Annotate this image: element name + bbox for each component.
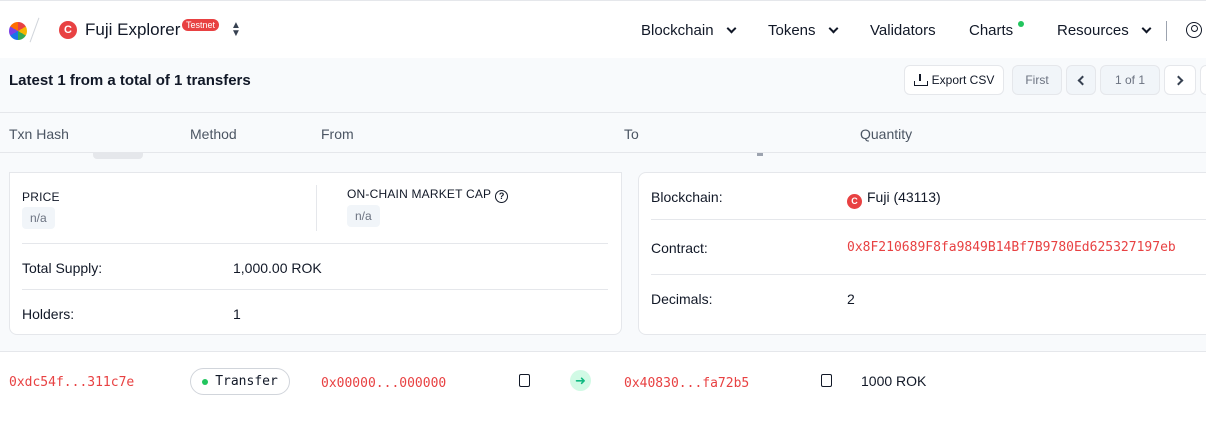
chevron-down-icon: [828, 23, 838, 34]
chevron-left-icon: [1077, 75, 1088, 85]
from-address-link[interactable]: 0x00000...000000: [321, 376, 446, 391]
nav-charts-label: Charts: [969, 22, 1014, 39]
page-indicator: 1 of 1: [1100, 65, 1160, 95]
col-method: Method: [190, 126, 237, 142]
col-to: To: [624, 126, 639, 142]
price-value: n/a: [22, 207, 55, 229]
method-label: Transfer: [215, 374, 278, 389]
export-csv-label: Export CSV: [931, 73, 995, 87]
chevron-down-icon: [726, 23, 736, 34]
token-info-panel: PRICE n/a ON-CHAIN MARKET CAP? n/a Total…: [0, 153, 1206, 352]
explorer-logo-icon[interactable]: [9, 22, 27, 40]
contract-address-link[interactable]: 0x8F210689F8fa9849B14Bf7B9780Ed625327197…: [847, 240, 1176, 255]
network-switcher-icon[interactable]: ▲ ▼: [231, 21, 241, 39]
divider: [316, 185, 317, 231]
decimals-label: Decimals:: [651, 291, 713, 307]
last-page-button[interactable]: [1200, 65, 1206, 95]
download-icon: [913, 74, 928, 86]
nav-validators-label: Validators: [870, 22, 936, 39]
explorer-title[interactable]: Fuji Explorer: [85, 20, 180, 40]
nav-resources-label: Resources: [1057, 22, 1129, 39]
divider: [651, 274, 1206, 275]
divider: [651, 219, 1206, 220]
blockchain-value[interactable]: C Fuji (43113): [847, 189, 941, 209]
transfers-toolbar: Latest 1 from a total of 1 transfers Exp…: [0, 58, 1206, 113]
first-page-button[interactable]: First: [1012, 65, 1062, 95]
divider: [22, 243, 608, 244]
help-icon[interactable]: ?: [495, 190, 509, 203]
col-from: From: [321, 126, 354, 142]
price-label: PRICE: [22, 190, 60, 204]
nav-blockchain-label: Blockchain: [641, 22, 714, 39]
contract-label: Contract:: [651, 240, 708, 256]
chevron-down-icon: [1141, 23, 1152, 34]
user-account-icon[interactable]: [1186, 22, 1202, 38]
prev-page-button[interactable]: [1066, 65, 1096, 95]
token-overview-card: PRICE n/a ON-CHAIN MARKET CAP? n/a Total…: [9, 172, 622, 335]
testnet-badge: Testnet: [182, 19, 220, 31]
blockchain-label: Blockchain:: [651, 189, 723, 205]
quantity-value: 1000 ROK: [861, 373, 927, 389]
page-indicator-label: 1 of 1: [1114, 73, 1146, 87]
method-badge: Transfer: [190, 368, 290, 395]
token-details-card: Blockchain: C Fuji (43113) Contract: 0x8F…: [638, 172, 1206, 335]
copy-icon[interactable]: [516, 374, 530, 393]
first-page-label: First: [1025, 73, 1049, 87]
divider: [22, 289, 608, 290]
scrolled-content-fragment: [93, 153, 143, 159]
txn-hash-link[interactable]: 0xdc54f...311c7e: [9, 375, 134, 390]
charts-new-dot-icon: [1018, 21, 1024, 27]
avalanche-chain-icon: C: [847, 194, 862, 209]
to-address-link[interactable]: 0x40830...fa72b5: [624, 376, 749, 391]
holders-value[interactable]: 1: [233, 306, 241, 322]
col-quantity: Quantity: [860, 126, 913, 142]
blockchain-value-text: Fuji (43113): [867, 189, 941, 205]
nav-charts[interactable]: Charts: [969, 22, 1013, 39]
breadcrumb-separator: [29, 17, 40, 43]
market-cap-label-text: ON-CHAIN MARKET CAP: [347, 187, 492, 201]
status-dot-icon: [202, 378, 209, 385]
market-cap-value: n/a: [347, 205, 380, 227]
transfers-summary: Latest 1 from a total of 1 transfers: [9, 72, 251, 89]
nav-resources[interactable]: Resources: [1057, 22, 1152, 39]
decimals-value: 2: [847, 291, 855, 307]
total-supply-value: 1,000.00 ROK: [233, 260, 322, 276]
col-txn-hash: Txn Hash: [9, 126, 69, 142]
total-supply-label: Total Supply:: [22, 260, 103, 276]
avalanche-chain-icon: C: [59, 21, 77, 39]
table-row: 0xdc54f...311c7e Transfer 0x00000...0000…: [0, 353, 1206, 413]
nav-divider: [1166, 21, 1167, 41]
market-cap-label: ON-CHAIN MARKET CAP?: [347, 187, 509, 203]
holders-label: Holders:: [22, 306, 75, 322]
nav-validators[interactable]: Validators: [870, 22, 936, 39]
arrow-right-icon: ➜: [570, 370, 591, 391]
nav-tokens[interactable]: Tokens: [768, 22, 838, 39]
copy-icon[interactable]: [818, 374, 832, 393]
scrolled-content-fragment: [757, 153, 763, 156]
chevron-right-icon: [1173, 75, 1184, 85]
table-header: Txn Hash Method From To Quantity: [0, 113, 1206, 153]
top-navbar: C Fuji Explorer Testnet ▲ ▼ Blockchain To…: [0, 0, 1206, 58]
export-csv-button[interactable]: Export CSV: [904, 65, 1004, 95]
next-page-button[interactable]: [1164, 65, 1196, 95]
nav-blockchain[interactable]: Blockchain: [641, 22, 736, 39]
nav-tokens-label: Tokens: [768, 22, 816, 39]
